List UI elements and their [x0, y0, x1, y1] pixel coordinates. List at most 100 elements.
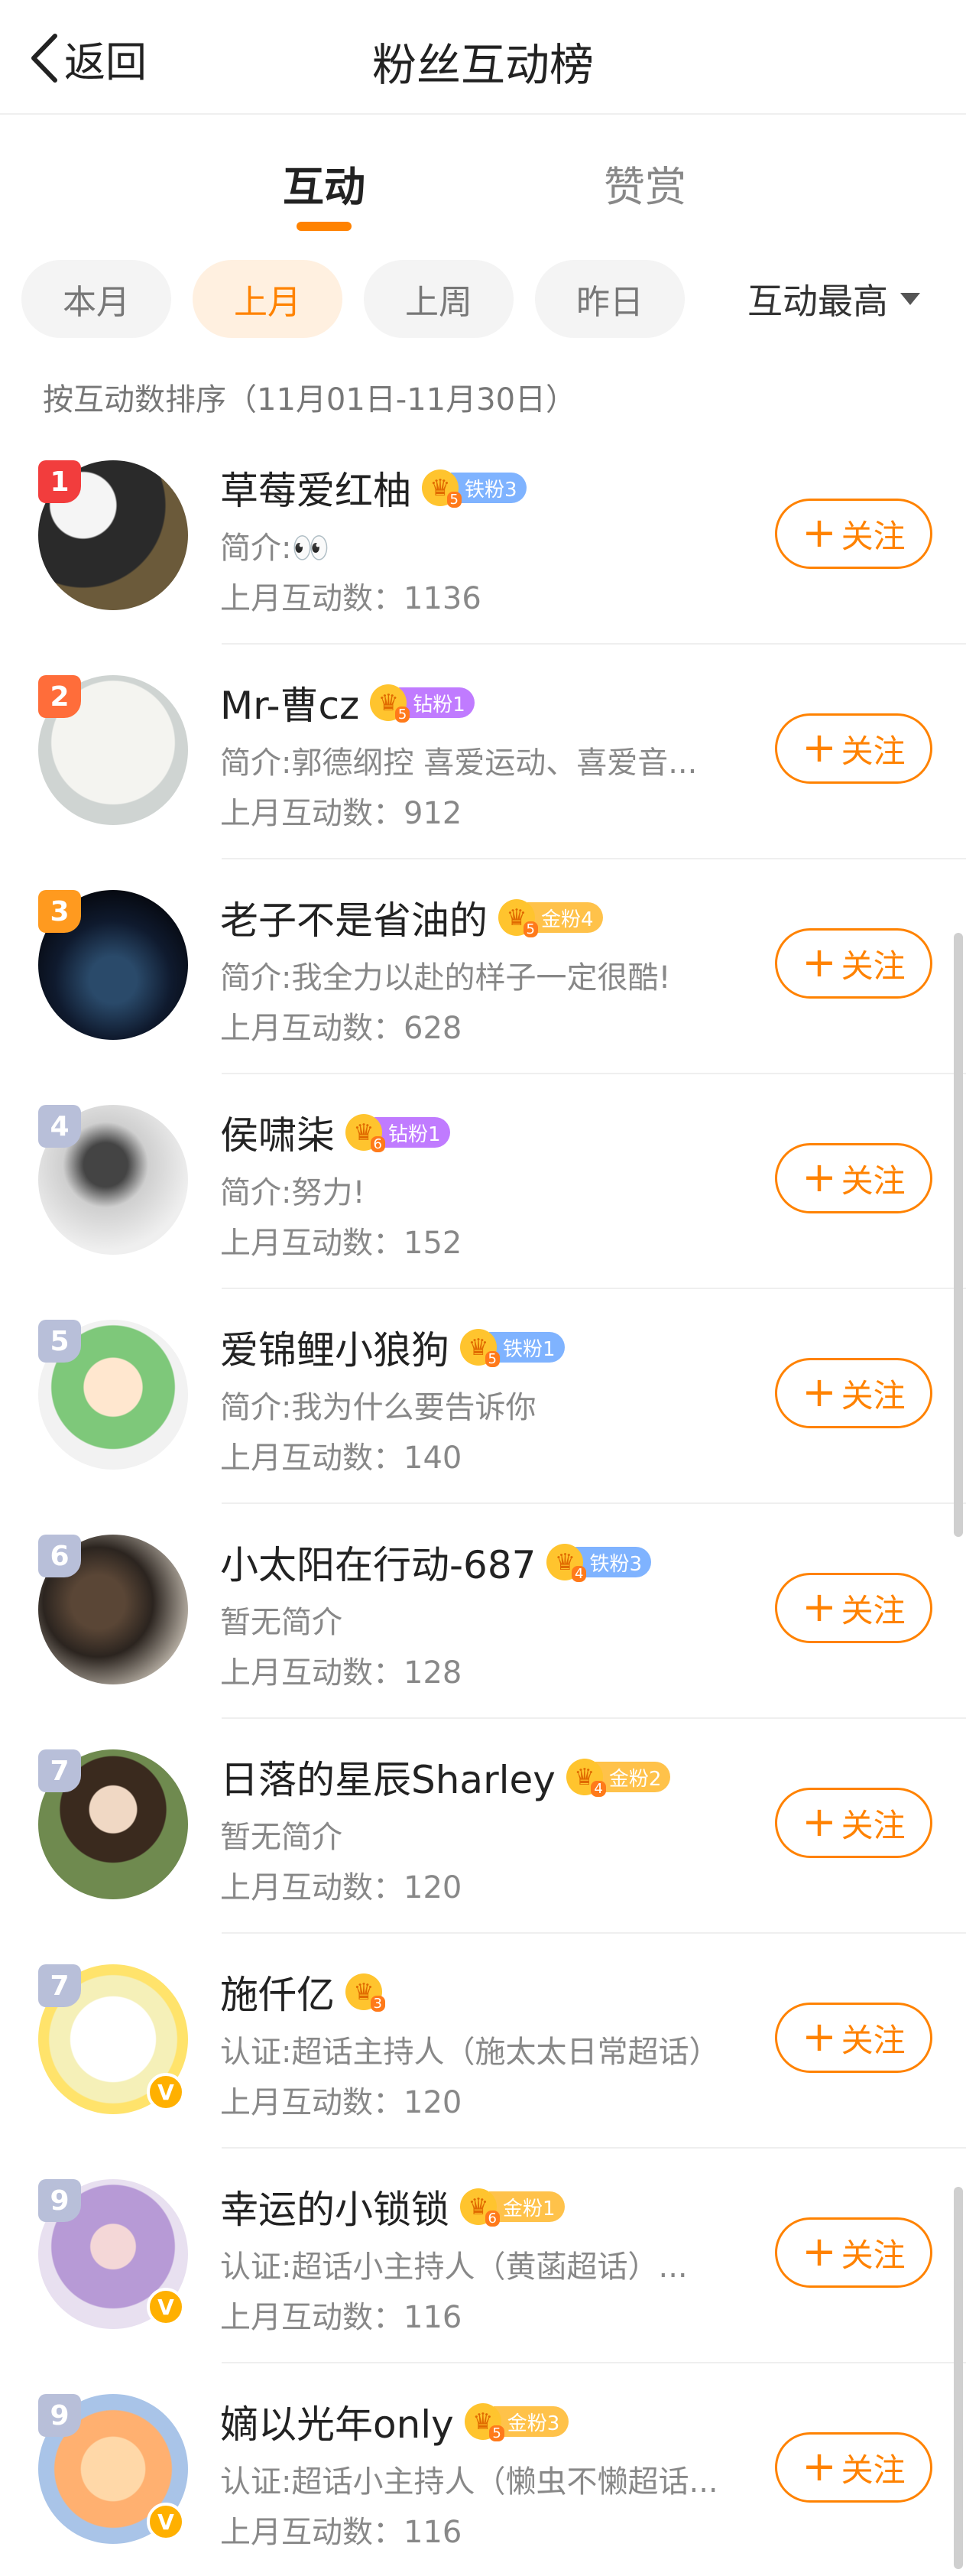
fan-name[interactable]: Mr-曹cz — [220, 675, 359, 730]
crown-icon: ♛ 5 — [498, 899, 538, 937]
fan-level-tag: 金粉3 — [493, 2406, 569, 2437]
interaction-count: 上月互动数：152 — [220, 1226, 462, 1261]
follow-label: 关注 — [841, 947, 906, 985]
fan-name[interactable]: 老子不是省油的 — [220, 890, 488, 945]
fan-list-item[interactable]: 9 V 幸运的小锁锁 ♛ 6 金粉1 认证:超话小主持人（黄菡超话）... 上月互… — [0, 2149, 966, 2363]
scrollbar-thumb[interactable] — [954, 933, 963, 1537]
follow-button[interactable]: + 关注 — [775, 1573, 932, 1643]
rank-badge: 5 — [38, 1320, 81, 1363]
plus-icon: + — [802, 2012, 837, 2061]
fan-list-item[interactable]: 2 Mr-曹cz ♛ 5 钻粉1 简介:郭德纲控 喜爱运动、喜爱音... 上月互动… — [0, 645, 966, 859]
tab-bar: 互动 赞赏 — [0, 115, 966, 245]
name-line: Mr-曹cz ♛ 5 钻粉1 — [220, 675, 475, 730]
interaction-count: 上月互动数：912 — [220, 796, 462, 831]
name-line: 嫡以光年only ♛ 5 金粉3 — [220, 2394, 569, 2449]
sort-dropdown[interactable]: 互动最高 — [747, 260, 920, 338]
interaction-count: 上月互动数：116 — [220, 2515, 462, 2550]
crown-level: 4 — [591, 1781, 606, 1797]
rank-badge: 7 — [38, 1964, 81, 2007]
rank-badge: 7 — [38, 1749, 81, 1792]
interaction-count: 上月互动数：116 — [220, 2300, 462, 2335]
fan-intro: 简介:我全力以赴的样子一定很酷! — [220, 960, 671, 996]
fan-name[interactable]: 幸运的小锁锁 — [220, 2179, 449, 2234]
fan-name[interactable]: 小太阳在行动-687 — [220, 1535, 536, 1590]
crown-icon: ♛ 3 — [345, 1973, 385, 2012]
fan-level-tag: 铁粉3 — [575, 1547, 652, 1577]
fan-name[interactable]: 嫡以光年only — [220, 2394, 454, 2449]
crown-icon: ♛ 4 — [566, 1759, 606, 1797]
crown-level: 5 — [523, 921, 538, 937]
crown-level: 6 — [370, 1136, 385, 1152]
top-nav-bar: 返回 粉丝互动榜 — [0, 0, 966, 115]
follow-button[interactable]: + 关注 — [775, 2003, 932, 2073]
fan-level-tag: 钻粉1 — [399, 687, 475, 718]
fan-name[interactable]: 侯啸柒 — [220, 1105, 335, 1160]
fan-list-item[interactable]: 1 草莓爱红柚 ♛ 5 铁粉3 简介:👀 上月互动数：1136 + 关注 — [0, 430, 966, 645]
filter-chip-yesterday[interactable]: 昨日 — [535, 260, 685, 338]
crown-icon: ♛ 5 — [370, 684, 410, 723]
fan-list-item[interactable]: 4 侯啸柒 ♛ 6 钻粉1 简介:努力! 上月互动数：152 + 关注 — [0, 1074, 966, 1289]
crown-icon: ♛ 5 — [460, 1329, 500, 1367]
plus-icon: + — [802, 2441, 837, 2490]
time-filter-bar: 本月 上月 上周 昨日 互动最高 — [0, 260, 966, 344]
follow-button[interactable]: + 关注 — [775, 1143, 932, 1213]
verified-v-icon: V — [147, 2073, 185, 2111]
fan-level-tag: 金粉1 — [489, 2191, 565, 2222]
tab-interaction[interactable]: 互动 — [283, 153, 365, 213]
follow-button[interactable]: + 关注 — [775, 1788, 932, 1858]
name-line: 施仟亿 ♛ 3 — [220, 1964, 385, 2019]
follow-label: 关注 — [841, 1376, 906, 1415]
filter-chip-last-month[interactable]: 上月 — [193, 260, 342, 338]
name-line: 老子不是省油的 ♛ 5 金粉4 — [220, 890, 603, 945]
interaction-count: 上月互动数：628 — [220, 1011, 462, 1046]
follow-label: 关注 — [841, 1806, 906, 1844]
plus-icon: + — [802, 508, 837, 557]
verified-v-icon: V — [147, 2503, 185, 2541]
name-line: 草莓爱红柚 ♛ 5 铁粉3 — [220, 460, 527, 515]
fan-intro: 认证:超话小主持人（黄菡超话）... — [220, 2250, 688, 2285]
tab-reward[interactable]: 赞赏 — [604, 153, 686, 213]
follow-button[interactable]: + 关注 — [775, 499, 932, 569]
fan-name[interactable]: 爱锦鲤小狼狗 — [220, 1320, 449, 1375]
name-line: 幸运的小锁锁 ♛ 6 金粉1 — [220, 2179, 565, 2234]
fan-level-tag: 钻粉1 — [374, 1117, 450, 1148]
name-line: 小太阳在行动-687 ♛ 4 铁粉3 — [220, 1535, 652, 1590]
rank-badge: 9 — [38, 2179, 81, 2222]
fan-name[interactable]: 施仟亿 — [220, 1964, 335, 2019]
filter-chip-last-week[interactable]: 上周 — [364, 260, 514, 338]
fan-name[interactable]: 日落的星辰Sharley — [220, 1749, 556, 1804]
fan-list-item[interactable]: 7 日落的星辰Sharley ♛ 4 金粉2 暂无简介 上月互动数：120 + 关… — [0, 1719, 966, 1934]
fan-list-item[interactable]: 6 小太阳在行动-687 ♛ 4 铁粉3 暂无简介 上月互动数：128 + 关注 — [0, 1504, 966, 1719]
filter-chip-this-month[interactable]: 本月 — [21, 260, 171, 338]
interaction-count: 上月互动数：1136 — [220, 581, 481, 616]
fan-list-item[interactable]: 3 老子不是省油的 ♛ 5 金粉4 简介:我全力以赴的样子一定很酷! 上月互动数：… — [0, 859, 966, 1074]
scrollbar-thumb-lower[interactable] — [954, 2187, 963, 2569]
verified-v-icon: V — [147, 2288, 185, 2326]
interaction-count: 上月互动数：140 — [220, 1441, 462, 1476]
fan-name[interactable]: 草莓爱红柚 — [220, 460, 411, 515]
crown-level: 5 — [489, 2425, 504, 2441]
crown-level: 5 — [446, 492, 462, 508]
sort-description: 按互动数排序（11月01日-11月30日） — [43, 382, 577, 417]
fan-level-tag: 铁粉3 — [451, 473, 527, 503]
follow-button[interactable]: + 关注 — [775, 713, 932, 784]
fan-list: 1 草莓爱红柚 ♛ 5 铁粉3 简介:👀 上月互动数：1136 + 关注 2 Mr… — [0, 430, 966, 2576]
active-tab-indicator — [297, 222, 352, 231]
follow-button[interactable]: + 关注 — [775, 2432, 932, 2503]
crown-level: 4 — [572, 1566, 587, 1582]
fan-intro: 认证:超话主持人（施太太日常超话） — [220, 2035, 720, 2070]
follow-button[interactable]: + 关注 — [775, 928, 932, 999]
crown-icon: ♛ 5 — [464, 2403, 504, 2441]
fan-list-item[interactable]: 9 V 嫡以光年only ♛ 5 金粉3 认证:超话小主持人（懒虫不懒超话... … — [0, 2363, 966, 2576]
fan-intro: 暂无简介 — [220, 1820, 342, 1855]
follow-button[interactable]: + 关注 — [775, 2217, 932, 2288]
crown-icon: ♛ 5 — [422, 469, 462, 508]
follow-label: 关注 — [841, 1161, 906, 1200]
crown-icon: ♛ 6 — [460, 2188, 500, 2227]
follow-button[interactable]: + 关注 — [775, 1358, 932, 1428]
fan-list-item[interactable]: 5 爱锦鲤小狼狗 ♛ 5 铁粉1 简介:我为什么要告诉你 上月互动数：140 + … — [0, 1289, 966, 1504]
fan-list-item[interactable]: 7 V 施仟亿 ♛ 3 认证:超话主持人（施太太日常超话） 上月互动数：120 +… — [0, 1934, 966, 2149]
rank-badge: 3 — [38, 890, 81, 933]
follow-label: 关注 — [841, 1591, 906, 1629]
fan-level-tag: 金粉2 — [595, 1762, 671, 1792]
